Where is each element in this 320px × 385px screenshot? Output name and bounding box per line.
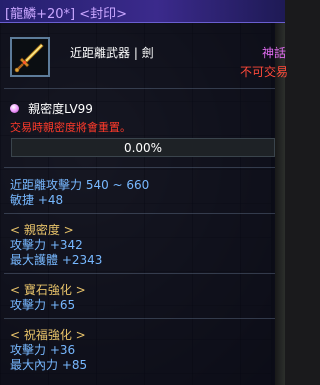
trade-restriction: 不可交易 xyxy=(240,65,289,79)
divider xyxy=(4,318,275,319)
section-blessing-header: < 祝福強化 > xyxy=(10,328,86,342)
section-bond-stat: 最大護體 +2343 xyxy=(10,253,103,267)
divider xyxy=(4,213,275,214)
section-bond-stat: 攻擊力 +342 xyxy=(10,238,83,252)
bond-heart-icon xyxy=(10,104,19,113)
section-bond-header: < 親密度 > xyxy=(10,223,74,237)
base-stat-agility: 敏捷 +48 xyxy=(10,193,64,207)
section-blessing-stat: 最大內力 +85 xyxy=(10,358,88,372)
tooltip-title-bar: [龍鱗+20*] <封印> xyxy=(0,0,285,23)
bond-level-row: 親密度LV99 xyxy=(10,98,93,116)
bond-level-label: 親密度LV99 xyxy=(28,102,93,116)
rarity-tag: 神話 xyxy=(262,46,287,60)
section-blessing-stat: 攻擊力 +36 xyxy=(10,343,76,357)
item-title: [龍鱗+20*] <封印> xyxy=(5,7,127,22)
bond-progress-text: 0.00% xyxy=(123,141,163,155)
item-tooltip: [龍鱗+20*] <封印> 近距離武器 | 劍 神話 不可交易 親密度LV99 … xyxy=(0,0,288,385)
divider xyxy=(4,88,275,89)
bond-progress-bar: 0.00% xyxy=(11,138,275,157)
bond-reset-warning: 交易時親密度將會重置。 xyxy=(10,121,131,134)
golden-sword-icon xyxy=(12,39,48,75)
divider xyxy=(4,167,275,168)
item-icon-slot[interactable] xyxy=(10,37,50,77)
section-gem-header: < 寶石強化 > xyxy=(10,283,86,297)
section-gem-stat: 攻擊力 +65 xyxy=(10,298,76,312)
item-type: 近距離武器 | 劍 xyxy=(70,46,154,60)
base-stat-attack: 近距離攻擊力 540 ~ 660 xyxy=(10,178,150,192)
divider xyxy=(4,273,275,274)
